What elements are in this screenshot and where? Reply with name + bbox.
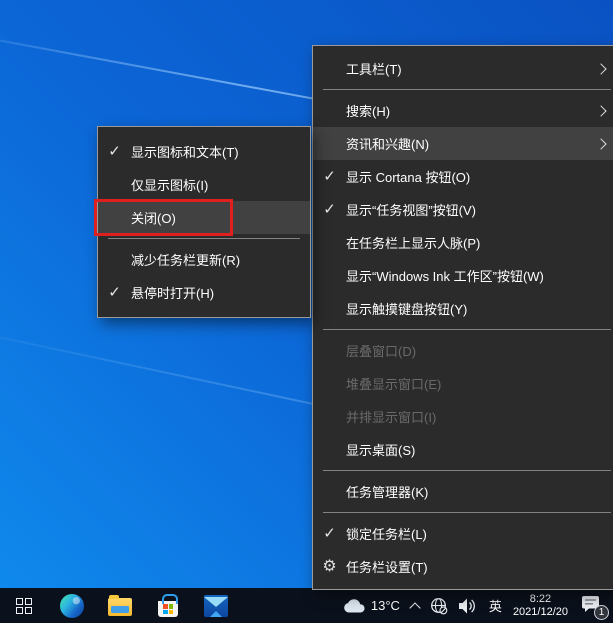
- menu-separator: [323, 329, 611, 330]
- menu-item-show-windows-ink-workspace-button[interactable]: 显示“Windows Ink 工作区”按钮(W): [313, 259, 613, 292]
- check-icon: ✓: [108, 144, 121, 159]
- edge-browser-icon: [60, 594, 84, 618]
- item-gutter: ⚙: [313, 559, 346, 575]
- menu-item-label: 任务管理器(K): [346, 482, 605, 501]
- check-icon: ✓: [323, 202, 336, 217]
- check-icon: ✓: [108, 285, 121, 300]
- windows-logo-icon: [16, 598, 32, 614]
- notification-count-badge: 1: [594, 605, 609, 620]
- mail-icon: [204, 595, 228, 617]
- menu-item-search[interactable]: 搜索(H): [313, 94, 613, 127]
- menu-item-label: 锁定任务栏(L): [346, 524, 605, 543]
- hidden-icons-chevron-icon[interactable]: [409, 602, 420, 613]
- menu-item-cascade-windows: 层叠窗口(D): [313, 334, 613, 367]
- notification-center-button[interactable]: 1: [581, 595, 605, 617]
- menu-item-show-windows-stacked: 堆叠显示窗口(E): [313, 367, 613, 400]
- submenu-item-show-icons-and-text[interactable]: ✓ 显示图标和文本(T): [98, 135, 310, 168]
- taskbar-store-button[interactable]: [144, 588, 192, 623]
- menu-item-label: 仅显示图标(I): [131, 175, 294, 194]
- system-tray: 13°C 英 8:22 2021/12/20 1: [343, 588, 613, 623]
- check-icon: ✓: [323, 169, 336, 184]
- menu-separator: [323, 470, 611, 471]
- gear-icon: ⚙: [322, 559, 336, 575]
- menu-item-show-touch-keyboard-button[interactable]: 显示触摸键盘按钮(Y): [313, 292, 613, 325]
- weather-widget[interactable]: 13°C: [343, 598, 400, 613]
- menu-item-task-manager[interactable]: 任务管理器(K): [313, 475, 613, 508]
- menu-item-news-and-interests[interactable]: 资讯和兴趣(N): [313, 127, 613, 160]
- volume-icon[interactable]: [459, 598, 478, 614]
- taskbar-app-icons: [0, 588, 240, 623]
- menu-item-label: 资讯和兴趣(N): [346, 134, 589, 153]
- microsoft-flag-icon: [163, 604, 173, 614]
- menu-item-taskbar-settings[interactable]: ⚙ 任务栏设置(T): [313, 550, 613, 583]
- menu-separator: [323, 89, 611, 90]
- input-language-indicator[interactable]: 英: [489, 596, 502, 615]
- item-gutter: ✓: [98, 285, 131, 300]
- taskbar-context-menu: 工具栏(T) 搜索(H) 资讯和兴趣(N) ✓ 显示 Cortana 按钮(O)…: [312, 45, 613, 590]
- menu-item-label: 显示图标和文本(T): [131, 142, 294, 161]
- menu-item-label: 显示“Windows Ink 工作区”按钮(W): [346, 266, 605, 285]
- menu-item-label: 任务栏设置(T): [346, 557, 605, 576]
- item-gutter: ✓: [98, 144, 131, 159]
- file-explorer-icon: [108, 598, 132, 616]
- temperature-label: 13°C: [371, 598, 400, 613]
- taskbar-file-explorer-button[interactable]: [96, 588, 144, 623]
- menu-item-label: 显示“任务视图”按钮(V): [346, 200, 605, 219]
- menu-item-label: 减少任务栏更新(R): [131, 250, 294, 269]
- taskbar-edge-button[interactable]: [48, 588, 96, 623]
- item-gutter: ✓: [313, 169, 346, 184]
- menu-separator: [108, 238, 300, 239]
- menu-item-label: 显示桌面(S): [346, 440, 605, 459]
- chevron-right-icon: [595, 105, 606, 116]
- chevron-right-icon: [595, 138, 606, 149]
- check-icon: ✓: [323, 526, 336, 541]
- menu-item-label: 并排显示窗口(I): [346, 407, 605, 426]
- submenu-item-reduce-taskbar-updates[interactable]: 减少任务栏更新(R): [98, 243, 310, 276]
- menu-item-label: 显示 Cortana 按钮(O): [346, 167, 605, 186]
- menu-item-label: 工具栏(T): [346, 59, 589, 78]
- network-no-internet-icon[interactable]: [430, 597, 448, 615]
- taskbar-mail-button[interactable]: [192, 588, 240, 623]
- cloud-icon: [343, 599, 365, 613]
- microsoft-store-icon: [158, 601, 178, 617]
- menu-item-toolbars[interactable]: 工具栏(T): [313, 52, 613, 85]
- menu-item-label: 堆叠显示窗口(E): [346, 374, 605, 393]
- menu-item-show-windows-side-by-side: 并排显示窗口(I): [313, 400, 613, 433]
- menu-item-label: 悬停时打开(H): [131, 283, 294, 302]
- menu-item-label: 搜索(H): [346, 101, 589, 120]
- menu-item-label: 层叠窗口(D): [346, 341, 605, 360]
- submenu-item-show-icons-only[interactable]: 仅显示图标(I): [98, 168, 310, 201]
- menu-item-show-desktop[interactable]: 显示桌面(S): [313, 433, 613, 466]
- clock-time: 8:22: [513, 593, 568, 606]
- submenu-item-open-on-hover[interactable]: ✓ 悬停时打开(H): [98, 276, 310, 309]
- menu-item-label: 在任务栏上显示人脉(P): [346, 233, 605, 252]
- taskbar: 13°C 英 8:22 2021/12/20 1: [0, 588, 613, 623]
- menu-item-lock-taskbar[interactable]: ✓ 锁定任务栏(L): [313, 517, 613, 550]
- menu-item-label: 显示触摸键盘按钮(Y): [346, 299, 605, 318]
- item-gutter: ✓: [313, 526, 346, 541]
- menu-item-show-task-view-button[interactable]: ✓ 显示“任务视图”按钮(V): [313, 193, 613, 226]
- menu-item-show-cortana-button[interactable]: ✓ 显示 Cortana 按钮(O): [313, 160, 613, 193]
- menu-separator: [323, 512, 611, 513]
- start-button[interactable]: [0, 588, 48, 623]
- taskbar-clock[interactable]: 8:22 2021/12/20: [513, 593, 568, 619]
- clock-date: 2021/12/20: [513, 606, 568, 619]
- menu-item-show-people-on-taskbar[interactable]: 在任务栏上显示人脉(P): [313, 226, 613, 259]
- annotation-highlight-box: [94, 199, 233, 236]
- chevron-right-icon: [595, 63, 606, 74]
- item-gutter: ✓: [313, 202, 346, 217]
